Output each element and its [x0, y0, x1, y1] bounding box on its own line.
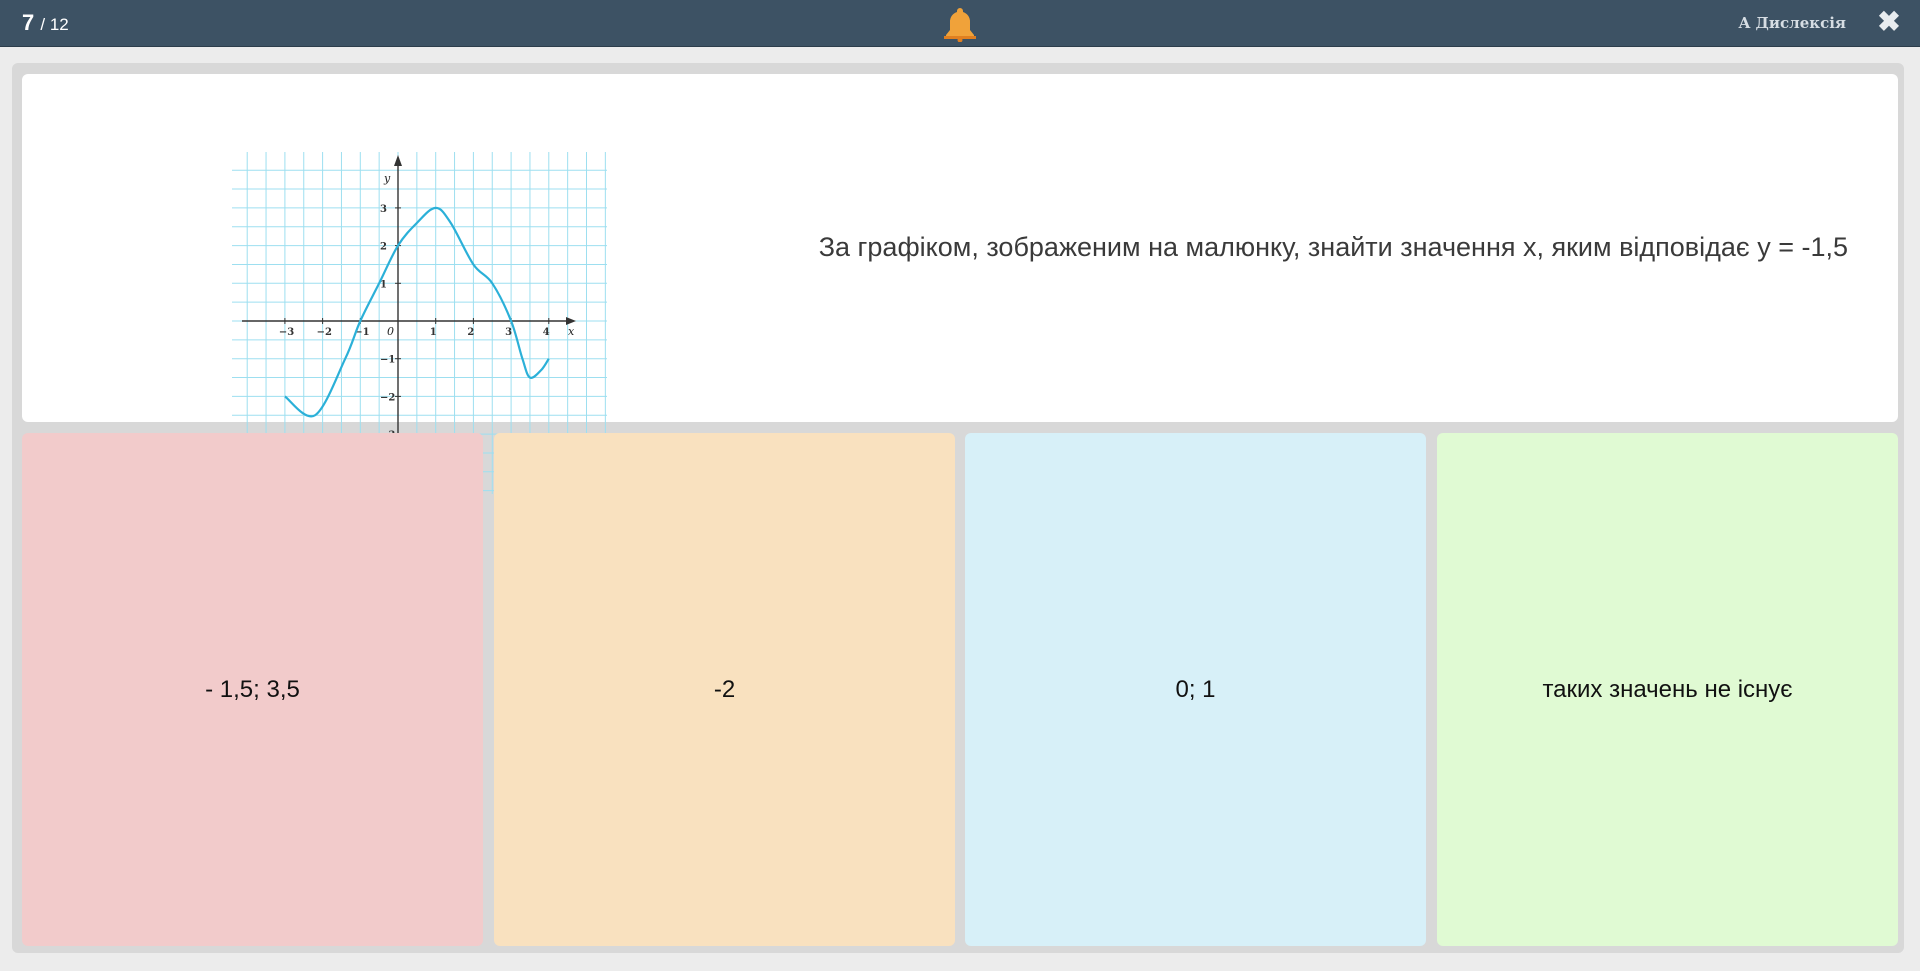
answer-option-label: -2 — [713, 675, 736, 703]
question-text: За графіком, зображеним на малюнку, знай… — [818, 232, 1848, 262]
y-axis-arrow — [394, 155, 402, 166]
answer-option-4[interactable]: таких значень не існує — [1437, 433, 1898, 946]
question-card: xy0−3−2−11234321−1−2−3 За графіком, зобр… — [22, 74, 1898, 494]
answer-option-label: 0; 1 — [1175, 675, 1216, 703]
answer-option-1[interactable]: - 1,5; 3,5 — [22, 433, 483, 946]
y-tick-label: 3 — [380, 204, 387, 215]
answer-option-2[interactable]: -2 — [494, 433, 955, 946]
answer-option-label: - 1,5; 3,5 — [205, 675, 300, 703]
y-tick-label: −1 — [380, 355, 395, 366]
x-tick-label: −3 — [279, 327, 294, 338]
total-questions: / 12 — [40, 15, 69, 34]
y-tick-label: 2 — [380, 242, 387, 253]
x-axis-label: x — [568, 325, 575, 338]
top-bar: 7 / 12 A Дислексія ✖ — [0, 0, 1920, 47]
x-axis-arrow — [566, 317, 576, 325]
x-tick-label: 2 — [467, 327, 474, 338]
answer-option-3[interactable]: 0; 1 — [965, 433, 1426, 946]
origin-label: 0 — [387, 325, 394, 338]
y-axis-label: y — [383, 172, 391, 185]
dyslexia-toggle[interactable]: A Дислексія — [1739, 14, 1846, 32]
x-tick-label: 4 — [543, 327, 550, 338]
y-tick-label: −2 — [380, 392, 395, 403]
x-tick-label: 1 — [430, 327, 437, 338]
question-counter: 7 / 12 — [22, 10, 69, 36]
x-tick-label: 3 — [505, 327, 512, 338]
close-icon[interactable]: ✖ — [1876, 8, 1902, 36]
current-question-number: 7 — [22, 10, 35, 35]
x-tick-label: −2 — [317, 327, 332, 338]
bell-icon[interactable] — [944, 6, 976, 42]
answer-option-label: таких значень не існує — [1542, 675, 1793, 703]
